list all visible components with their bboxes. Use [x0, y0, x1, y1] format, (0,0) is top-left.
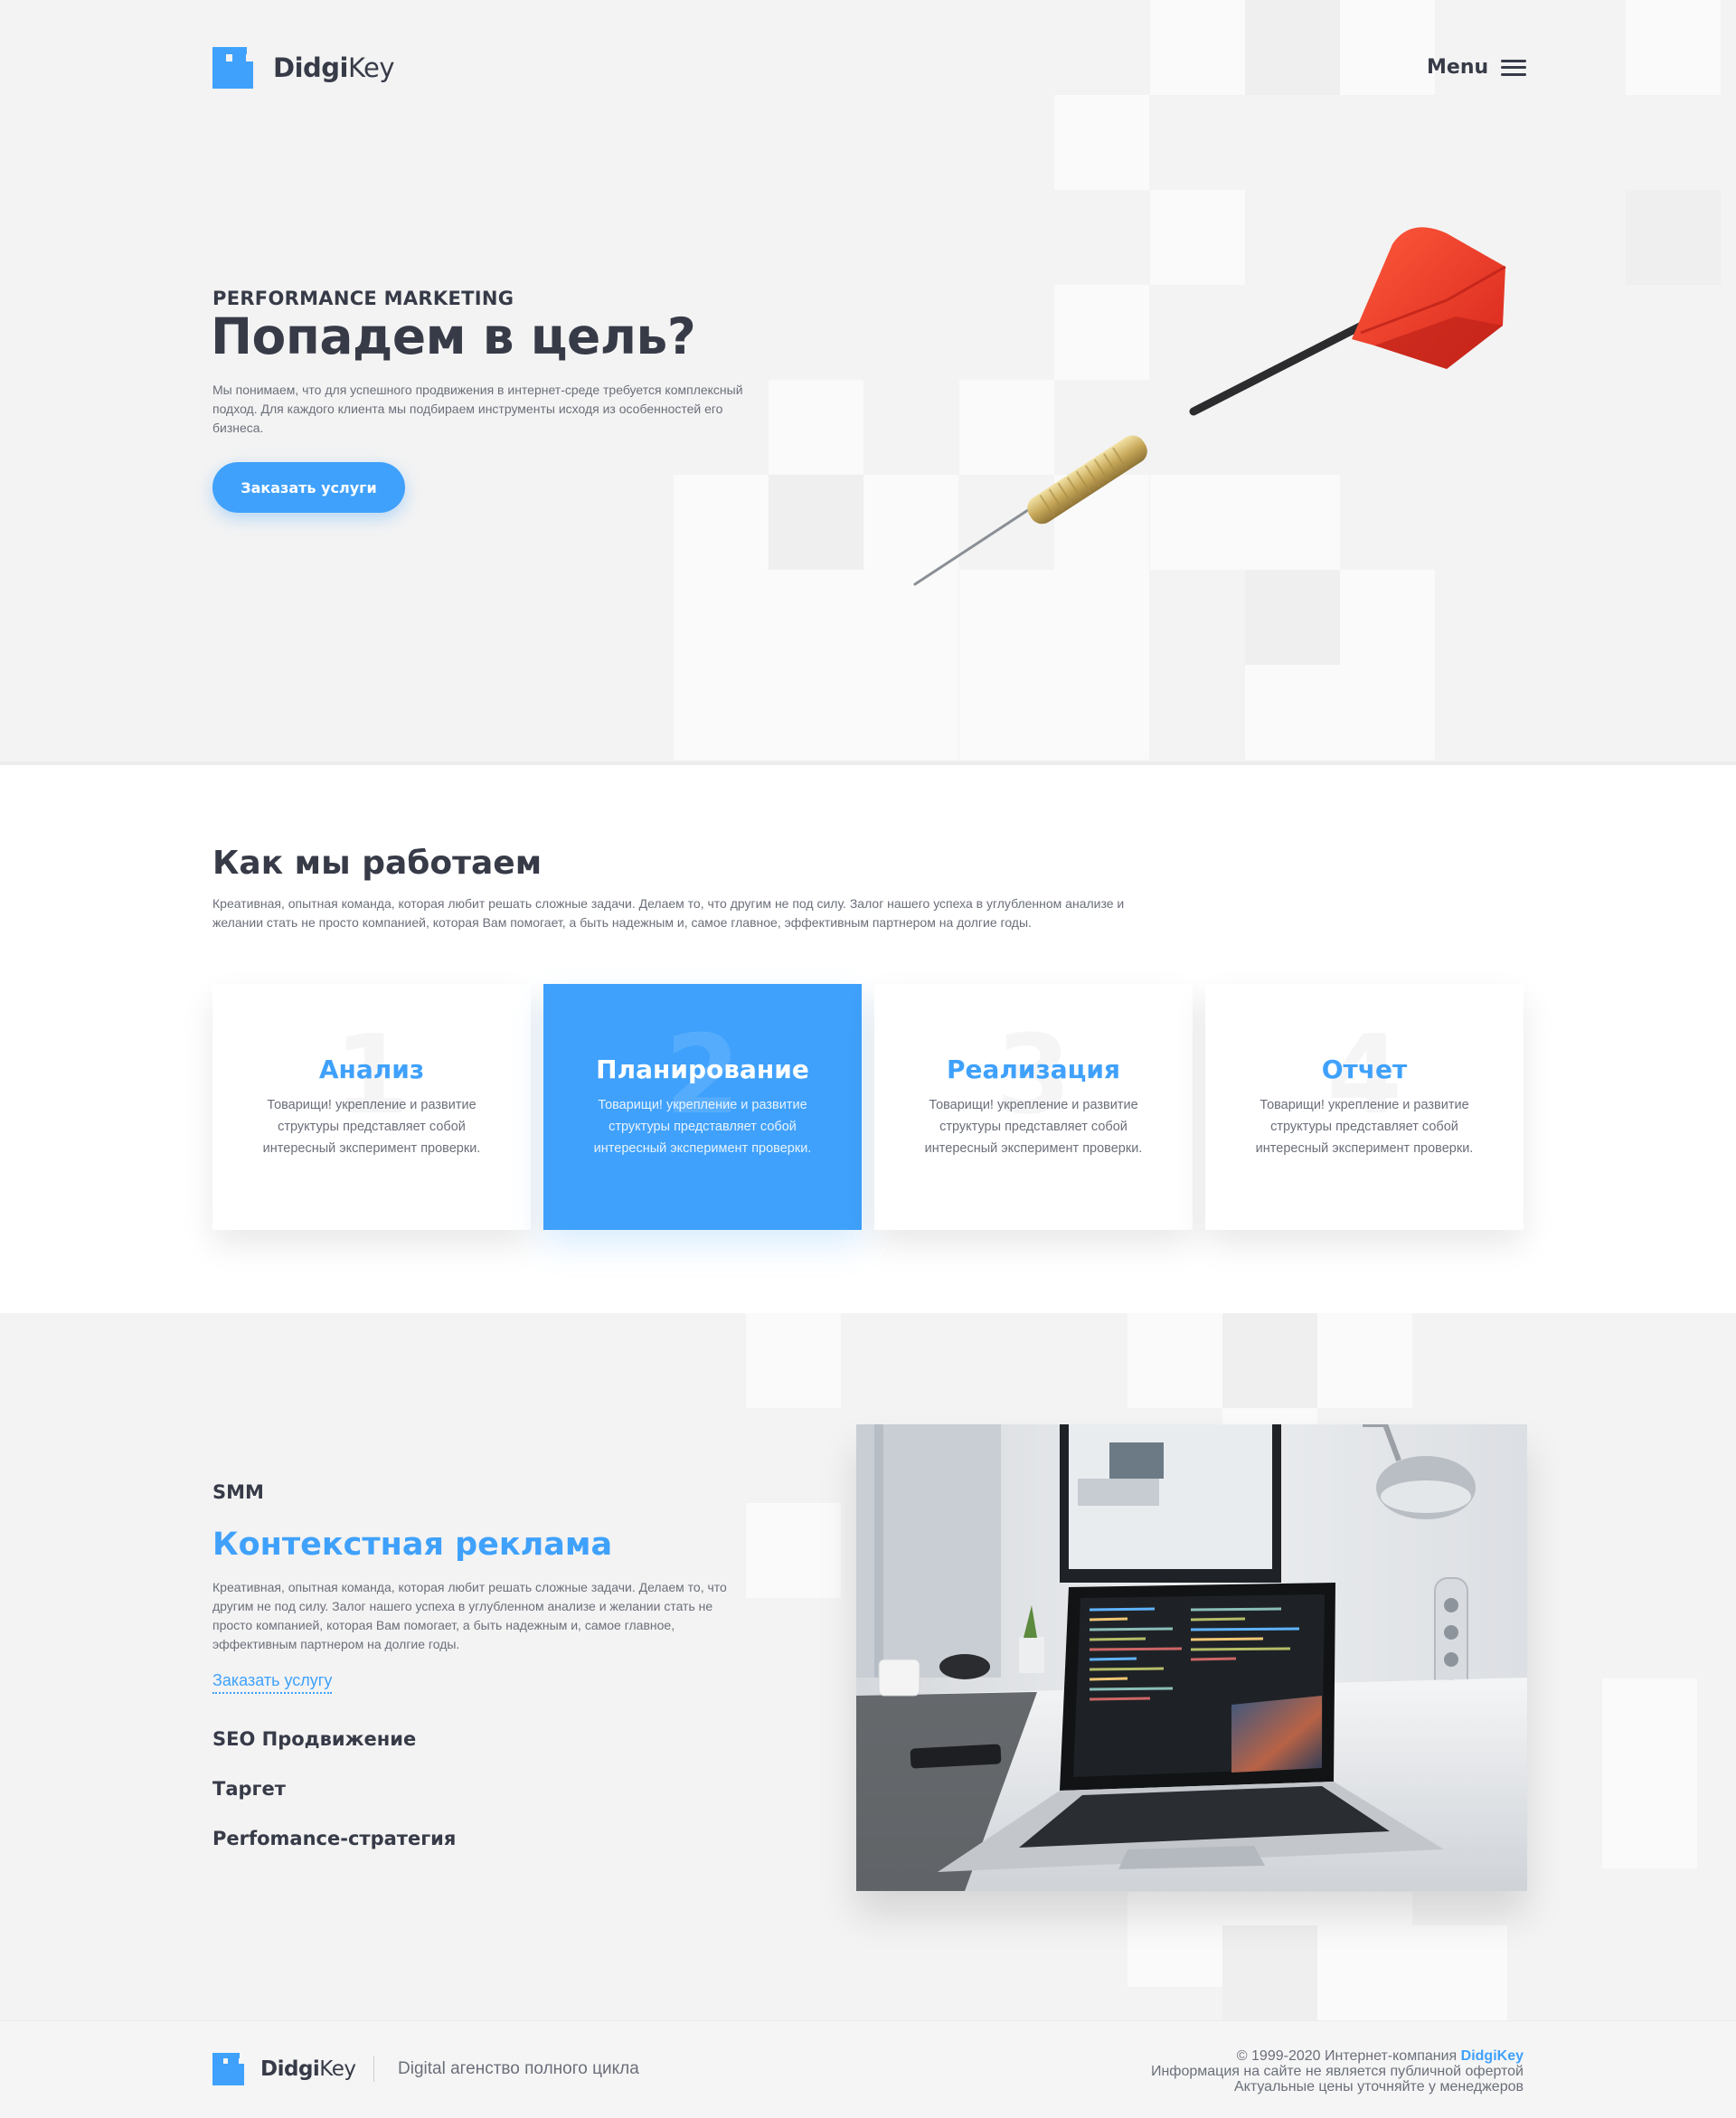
hamburger-icon [1501, 59, 1527, 76]
menu-button[interactable]: Menu [1427, 56, 1527, 79]
bg-tile [863, 665, 958, 760]
section-title: Как мы работаем [212, 845, 542, 882]
bg-tile [1054, 95, 1149, 190]
logo-wordmark: DidgiKey [260, 2057, 356, 2081]
footer-logo[interactable]: DidgiKey [212, 2053, 356, 2085]
step-title: Анализ [318, 1054, 425, 1084]
prices-note: Актуальные цены уточняйте у менеджеров [1233, 2079, 1524, 2094]
logo-wordmark: DidgiKey [273, 52, 395, 83]
step-text: Товарищи! укрепление и развитие структур… [262, 1098, 481, 1156]
hero-description: Мы понимаем, что для успешного продвижен… [212, 383, 743, 435]
bg-tile [1317, 1925, 1412, 2020]
service-description: Креативная, опытная команда, которая люб… [212, 1580, 727, 1651]
order-services-button[interactable]: Заказать услуги [212, 462, 405, 513]
bg-tile [1340, 0, 1435, 95]
bg-tile [746, 1313, 841, 1408]
hero-title: Попадем в цель? [211, 307, 696, 365]
bg-tile [1150, 0, 1245, 95]
step-title: Отчет [1321, 1054, 1408, 1084]
service-target[interactable]: Таргет [212, 1778, 286, 1800]
bg-tile [1340, 665, 1435, 760]
step-card-planning[interactable]: 2 Планирование Товарищи! укрепление и ра… [543, 984, 862, 1230]
bg-tile [1626, 190, 1721, 285]
site-footer: DidgiKey Digital агенство полного цикла … [0, 2020, 1736, 2118]
bg-tile [1222, 1925, 1317, 2020]
order-service-link[interactable]: Заказать услугу [212, 1671, 333, 1694]
step-text: Товарищи! укрепление и развитие структур… [924, 1098, 1143, 1156]
service-smm[interactable]: SMM [212, 1481, 264, 1503]
bg-tile [1602, 1773, 1697, 1868]
bg-tile [674, 665, 769, 760]
hero-eyebrow: PERFORMANCE MARKETING [212, 288, 514, 309]
bg-tile [1602, 1678, 1697, 1773]
bg-tile [769, 570, 863, 665]
bg-tile [674, 570, 769, 665]
service-seo[interactable]: SEO Продвижение [212, 1728, 416, 1750]
step-card-implementation[interactable]: 3 Реализация Товарищи! укрепление и разв… [874, 984, 1193, 1230]
offer-note: Информация на сайте не является публично… [1150, 2064, 1524, 2079]
how-we-work-section: Как мы работаем Креативная, опытная кома… [0, 765, 1736, 1313]
step-title: Планирование [596, 1054, 809, 1084]
site-logo[interactable]: DidgiKey [212, 47, 395, 89]
menu-label: Menu [1427, 56, 1489, 79]
bg-tile [769, 475, 863, 570]
bg-tile [674, 475, 769, 570]
step-text: Товарищи! укрепление и развитие структур… [593, 1098, 812, 1156]
bg-tile [1626, 0, 1721, 95]
bg-tile [1317, 1313, 1412, 1408]
bg-tile [1054, 665, 1149, 760]
bg-tile [769, 665, 863, 760]
bg-tile [746, 1503, 841, 1598]
logo-icon [212, 47, 253, 89]
section-description: Креативная, опытная команда, которая люб… [212, 896, 1125, 930]
footer-divider [373, 2057, 374, 2082]
footer-tagline: Digital агенство полного цикла [398, 2059, 639, 2078]
bg-tile [1127, 1892, 1222, 1987]
service-title-active[interactable]: Контекстная реклама [212, 1527, 612, 1563]
hero-section: DidgiKey Menu PERFORMANCE MARKETING Попа… [0, 0, 1736, 765]
bg-tile [1127, 1313, 1222, 1408]
copyright-line: © 1999-2020 Интернет-компания DidgiKey [1236, 2048, 1524, 2064]
step-text: Товарищи! укрепление и развитие структур… [1255, 1098, 1474, 1156]
bg-tile [769, 380, 863, 475]
service-performance-strategy[interactable]: Perfomance-стратегия [212, 1828, 456, 1849]
laptop-workspace-photo [856, 1424, 1527, 1891]
dart-image [913, 227, 1506, 586]
footer-legal: © 1999-2020 Интернет-компания DidgiKey И… [1151, 2048, 1524, 2094]
step-card-report[interactable]: 4 Отчет Товарищи! укрепление и развитие … [1205, 984, 1524, 1230]
step-card-analysis[interactable]: 1 Анализ Товарищи! укрепление и развитие… [212, 984, 531, 1230]
bg-tile [1245, 665, 1340, 760]
bg-tile [959, 665, 1054, 760]
bg-tile [1222, 1313, 1317, 1408]
bg-tile [1245, 0, 1340, 95]
services-section: SMM Контекстная реклама Креативная, опыт… [0, 1313, 1736, 2020]
logo-icon [212, 2053, 244, 2085]
step-title: Реализация [946, 1054, 1121, 1084]
copyright-brand[interactable]: DidgiKey [1461, 2048, 1524, 2064]
bg-tile [1412, 1925, 1507, 2020]
